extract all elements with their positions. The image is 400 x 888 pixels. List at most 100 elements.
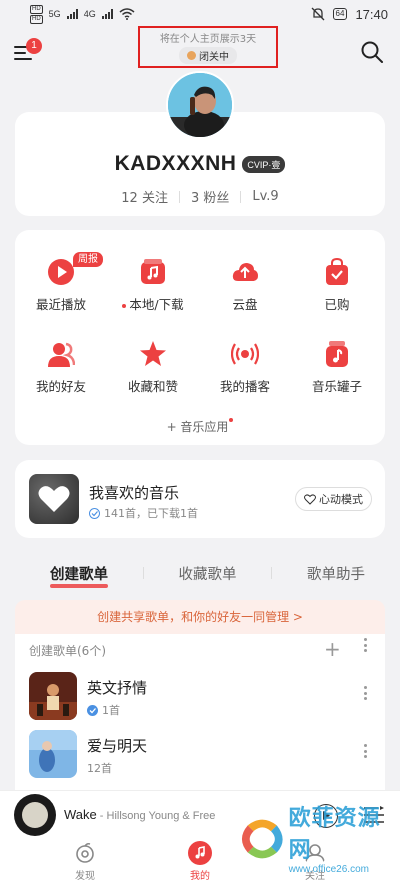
cloud-drive-button[interactable]: 云盘 bbox=[199, 258, 291, 313]
local-download-button[interactable]: 本地/下载 bbox=[107, 258, 199, 313]
heart-outline-icon bbox=[304, 493, 316, 505]
meditation-icon bbox=[187, 51, 196, 60]
playlist-section-header: 创建歌单(6个) bbox=[29, 644, 106, 658]
func-label-text: 本地/下载 bbox=[129, 297, 184, 312]
nav-label: 发现 bbox=[75, 871, 95, 882]
heartbeat-mode-button[interactable]: 心动模式 bbox=[295, 487, 372, 511]
more-options-icon[interactable] bbox=[361, 744, 369, 758]
heart-icon bbox=[38, 486, 70, 512]
playlist-count: 12首 bbox=[87, 760, 112, 776]
liked-music-count: 141首，已下载1首 bbox=[104, 507, 198, 520]
my-friends-button[interactable]: 我的好友 bbox=[15, 340, 107, 395]
downloaded-check-icon bbox=[89, 507, 100, 519]
playlist-row[interactable]: 英文抒情 1首 bbox=[29, 672, 371, 722]
clock: 17:40 bbox=[355, 6, 388, 22]
hd-indicator: HD HD bbox=[30, 4, 43, 24]
nav-mine[interactable]: 我的 bbox=[175, 840, 225, 888]
new-dot bbox=[122, 303, 127, 308]
status-bar: HD HD 5G 4G 64 17:40 bbox=[0, 0, 400, 28]
more-options-icon[interactable] bbox=[361, 686, 369, 700]
music-jar-button[interactable]: 音乐罐子 bbox=[291, 340, 383, 395]
song-title: Wake bbox=[64, 807, 97, 822]
username[interactable]: KADXXXNH bbox=[115, 152, 237, 176]
tab-playlist-assistant[interactable]: 歌单助手 bbox=[307, 563, 365, 584]
watermark-title: 欧菲资源网 bbox=[288, 806, 381, 863]
mute-bell-icon bbox=[311, 7, 325, 21]
playlist-name: 爱与明天 bbox=[87, 737, 148, 755]
func-label: 最近播放 bbox=[35, 297, 86, 312]
nav-discover[interactable]: 发现 bbox=[60, 840, 110, 888]
shopping-bag-icon bbox=[326, 258, 348, 285]
user-level[interactable]: Lv.9 bbox=[252, 189, 278, 204]
add-playlist-button[interactable]: + bbox=[324, 639, 341, 659]
vip-badge[interactable]: CVIP·壹 bbox=[242, 155, 286, 173]
tab-collected-playlists[interactable]: 收藏歌单 bbox=[179, 563, 237, 584]
liked-music-card[interactable]: 我喜欢的音乐 141首，已下载1首 心动模式 bbox=[15, 460, 385, 538]
heartbeat-mode-label: 心动模式 bbox=[319, 493, 363, 506]
music-jar-icon bbox=[326, 341, 348, 367]
playlist-count-text: 1首 bbox=[102, 704, 120, 717]
album-art bbox=[22, 802, 48, 828]
album-disc[interactable] bbox=[14, 794, 56, 836]
divider bbox=[271, 567, 273, 579]
friends-icon bbox=[48, 342, 75, 367]
status-notice[interactable]: 将在个人主页展示3天 闭关中 bbox=[138, 26, 278, 68]
cloud-upload-icon bbox=[232, 263, 258, 281]
liked-music-cover[interactable] bbox=[29, 474, 79, 524]
battery-icon: 64 bbox=[332, 8, 348, 20]
nav-label: 我的 bbox=[190, 871, 210, 882]
signal-icon bbox=[66, 9, 78, 19]
func-label: 本地/下载 bbox=[122, 294, 184, 313]
downloaded-check-icon bbox=[87, 704, 98, 716]
more-options-icon[interactable] bbox=[360, 638, 370, 652]
hd-label: HD bbox=[30, 4, 43, 14]
playlist-count-text: 12首 bbox=[87, 762, 112, 775]
wifi-icon bbox=[119, 8, 135, 20]
network-type: 5G bbox=[48, 9, 61, 19]
music-apps-button[interactable]: + 音乐应用 bbox=[15, 418, 385, 435]
notice-text: 将在个人主页展示3天 bbox=[159, 34, 257, 45]
divider bbox=[142, 567, 144, 579]
avatar[interactable] bbox=[166, 71, 234, 139]
profile-stats: 12 关注 3 粉丝 Lv.9 bbox=[15, 187, 385, 206]
playlist-cover bbox=[29, 730, 77, 778]
weekly-report-tag[interactable]: 周报 bbox=[73, 252, 103, 267]
following-count[interactable]: 12 关注 bbox=[121, 187, 168, 206]
favorites-button[interactable]: 收藏和赞 bbox=[107, 340, 199, 395]
liked-music-subtitle: 141首，已下载1首 bbox=[89, 505, 198, 521]
status-pill-label: 闭关中 bbox=[199, 52, 229, 63]
my-podcast-button[interactable]: 我的播客 bbox=[199, 340, 291, 395]
fans-count[interactable]: 3 粉丝 bbox=[191, 187, 229, 206]
shared-playlist-banner[interactable]: 创建共享歌单，和你的好友一同管理 > bbox=[15, 600, 385, 634]
playlist-tabs: 创建歌单 收藏歌单 歌单助手 bbox=[15, 558, 385, 588]
status-pill[interactable]: 闭关中 bbox=[179, 47, 237, 64]
office-logo-icon bbox=[241, 819, 283, 858]
divider bbox=[240, 190, 242, 203]
playlist-count: 1首 bbox=[87, 702, 120, 718]
music-folder-icon bbox=[141, 259, 165, 284]
func-label: 收藏和赞 bbox=[127, 379, 178, 394]
search-icon[interactable] bbox=[360, 40, 384, 64]
playlist-row[interactable]: 爱与明天 12首 bbox=[29, 730, 371, 780]
discover-icon bbox=[76, 842, 94, 863]
playlist-name: 英文抒情 bbox=[87, 679, 148, 697]
tab-created-playlists[interactable]: 创建歌单 bbox=[50, 563, 108, 588]
func-label: 我的播客 bbox=[219, 379, 270, 394]
network-type: 4G bbox=[83, 9, 96, 19]
watermark-url: www.office26.com bbox=[288, 864, 369, 875]
now-playing-text[interactable]: Wake - Hillsong Young & Free bbox=[64, 807, 215, 822]
star-icon bbox=[140, 341, 166, 366]
divider bbox=[178, 190, 180, 203]
purchased-button[interactable]: 已购 bbox=[291, 258, 383, 313]
signal-icon bbox=[101, 9, 113, 19]
music-apps-label: + 音乐应用 bbox=[166, 420, 229, 434]
notification-badge: 1 bbox=[26, 38, 42, 54]
func-label: 音乐罐子 bbox=[311, 379, 362, 394]
function-grid: 周报 最近播放 本地/下载 云盘 已购 我的好友 收藏和赞 我的播客 音乐罐子 … bbox=[15, 230, 385, 445]
liked-music-title: 我喜欢的音乐 bbox=[89, 484, 180, 502]
play-icon bbox=[48, 259, 74, 285]
func-label: 已购 bbox=[324, 297, 350, 312]
podcast-icon bbox=[231, 343, 259, 365]
hd-label: HD bbox=[30, 14, 43, 24]
func-label: 云盘 bbox=[232, 297, 258, 312]
